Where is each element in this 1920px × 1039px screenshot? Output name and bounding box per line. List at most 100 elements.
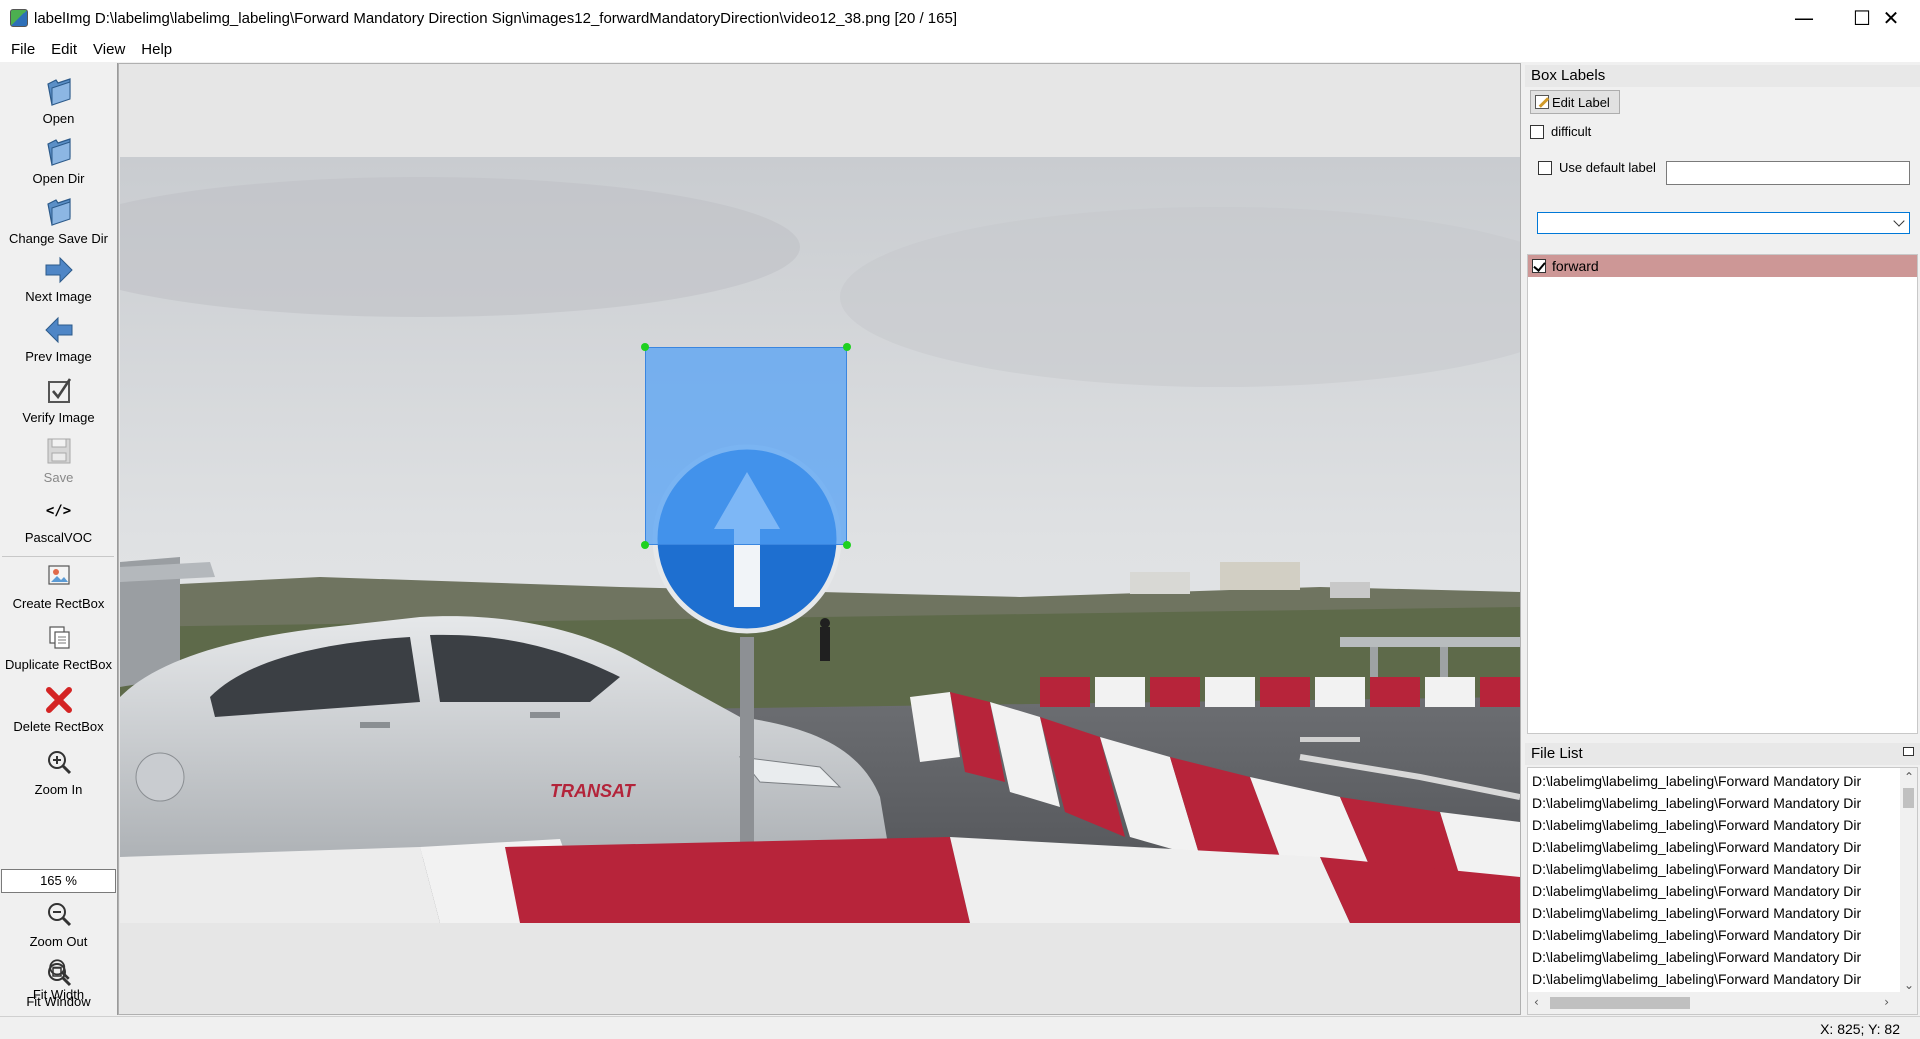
- verify-image-button[interactable]: Verify Image: [0, 374, 117, 425]
- scroll-left-icon[interactable]: ‹: [1534, 995, 1539, 1009]
- minimize-button-visible[interactable]: —: [1775, 0, 1833, 36]
- use-default-label-text: Use default label: [1559, 160, 1656, 175]
- box-handle-top-right[interactable]: [843, 343, 851, 351]
- file-list-item[interactable]: D:\labelimg\labelimg_labeling\Forward Ma…: [1532, 792, 1900, 814]
- file-list-item[interactable]: D:\labelimg\labelimg_labeling\Forward Ma…: [1532, 858, 1900, 880]
- delete-rectbox-button[interactable]: Delete RectBox: [0, 683, 117, 734]
- left-toolbar: Open Open Dir Change Save Dir Next Image…: [0, 63, 118, 1015]
- edit-label-text: Edit Label: [1552, 94, 1610, 110]
- format-label: PascalVOC: [24, 530, 93, 545]
- file-list-item[interactable]: D:\labelimg\labelimg_labeling\Forward Ma…: [1532, 770, 1900, 792]
- copy-icon: [48, 626, 70, 649]
- cursor-coordinates: X: 825; Y: 82: [1820, 1021, 1900, 1037]
- folder-open-icon: [46, 198, 71, 226]
- scroll-down-icon[interactable]: ⌄: [1904, 978, 1914, 992]
- file-list-item[interactable]: D:\labelimg\labelimg_labeling\Forward Ma…: [1532, 946, 1900, 968]
- label-filter-dropdown[interactable]: [1537, 212, 1910, 234]
- file-list-item[interactable]: D:\labelimg\labelimg_labeling\Forward Ma…: [1532, 880, 1900, 902]
- app-icon: [10, 9, 28, 27]
- menu-edit[interactable]: Edit: [43, 41, 85, 58]
- code-icon: </>: [45, 503, 72, 519]
- zoom-in-button[interactable]: Zoom In: [0, 746, 117, 797]
- default-label-input[interactable]: [1666, 161, 1910, 185]
- pencil-icon: [1535, 95, 1549, 109]
- label-item-name: forward: [1552, 258, 1599, 274]
- zoom-out-button[interactable]: Zoom Out: [0, 898, 117, 949]
- chevron-down-icon: [1893, 215, 1905, 227]
- file-list-item[interactable]: D:\labelimg\labelimg_labeling\Forward Ma…: [1532, 836, 1900, 858]
- menu-view[interactable]: View: [85, 41, 133, 58]
- folder-open-icon: [46, 138, 71, 166]
- bounding-box-forward[interactable]: [641, 343, 851, 549]
- file-list-horizontal-scrollbar[interactable]: ‹ ›: [1528, 992, 1917, 1014]
- vertical-scroll-thumb[interactable]: [1903, 788, 1914, 808]
- prev-image-label: Prev Image: [25, 349, 92, 364]
- duplicate-rectbox-button[interactable]: Duplicate RectBox: [0, 621, 117, 672]
- open-button[interactable]: Open: [0, 75, 117, 126]
- change-save-dir-button[interactable]: Change Save Dir: [0, 195, 117, 246]
- status-bar: X: 825; Y: 82: [0, 1016, 1920, 1039]
- right-dock: Box Labels Edit Label difficult Use defa…: [1525, 63, 1920, 1015]
- label-item-forward[interactable]: forward: [1528, 255, 1917, 277]
- create-rectbox-label: Create RectBox: [12, 596, 105, 611]
- image-canvas[interactable]: TRANSAT: [118, 63, 1521, 1015]
- file-list-item[interactable]: D:\labelimg\labelimg_labeling\Forward Ma…: [1532, 902, 1900, 924]
- delete-rectbox-label: Delete RectBox: [13, 719, 104, 734]
- box-handle-bottom-right[interactable]: [843, 541, 851, 549]
- difficult-checkbox[interactable]: [1530, 124, 1544, 139]
- prev-image-button[interactable]: Prev Image: [0, 313, 117, 364]
- label-visible-checkbox[interactable]: [1532, 259, 1546, 273]
- menu-bar: File Edit View Help: [0, 36, 1920, 62]
- file-list: D:\labelimg\labelimg_labeling\Forward Ma…: [1527, 767, 1918, 1015]
- box-labels-title: Box Labels: [1525, 65, 1920, 87]
- scroll-up-icon[interactable]: ⌃: [1904, 770, 1914, 784]
- file-list-item[interactable]: D:\labelimg\labelimg_labeling\Forward Ma…: [1532, 814, 1900, 836]
- use-default-label-checkbox[interactable]: [1538, 160, 1552, 175]
- menu-help[interactable]: Help: [133, 41, 180, 58]
- duplicate-rectbox-label: Duplicate RectBox: [5, 657, 112, 672]
- file-list-item[interactable]: D:\labelimg\labelimg_labeling\Forward Ma…: [1532, 968, 1900, 990]
- window-title: labelImg D:\labelimg\labelimg_labeling\F…: [34, 9, 958, 27]
- next-image-label: Next Image: [25, 289, 92, 304]
- box-handle-bottom-left[interactable]: [641, 541, 649, 549]
- edit-label-button[interactable]: Edit Label: [1530, 90, 1620, 114]
- next-image-button[interactable]: Next Image: [0, 253, 117, 304]
- arrow-left-icon: [44, 316, 72, 344]
- save-label: Save: [43, 470, 74, 485]
- floppy-disk-icon: [47, 438, 70, 464]
- change-save-dir-label: Change Save Dir: [9, 231, 108, 246]
- open-label: Open: [42, 111, 75, 126]
- zoom-in-icon: [47, 751, 71, 775]
- close-button[interactable]: ✕: [1862, 0, 1920, 36]
- open-dir-button[interactable]: Open Dir: [0, 135, 117, 186]
- box-handle-top-left[interactable]: [641, 343, 649, 351]
- use-default-label-row[interactable]: Use default label: [1538, 160, 1656, 175]
- zoom-out-icon: [47, 903, 71, 927]
- difficult-checkbox-row[interactable]: difficult: [1530, 124, 1591, 139]
- verify-image-label: Verify Image: [22, 410, 95, 425]
- svg-text:TRANSAT: TRANSAT: [550, 781, 637, 801]
- toolbar-divider: [2, 556, 114, 557]
- file-list-title: File List: [1525, 743, 1920, 765]
- label-list: forward: [1527, 254, 1918, 734]
- horizontal-scroll-thumb[interactable]: [1550, 997, 1690, 1009]
- file-list-vertical-scrollbar[interactable]: ⌃ ⌄: [1900, 768, 1917, 994]
- format-toggle-button[interactable]: </> PascalVOC: [0, 500, 117, 545]
- create-rectbox-button[interactable]: Create RectBox: [0, 560, 117, 611]
- fit-width-icon: [48, 959, 70, 980]
- difficult-label: difficult: [1551, 124, 1592, 139]
- menu-file[interactable]: File: [3, 41, 43, 58]
- arrow-right-icon: [45, 256, 73, 284]
- scroll-right-icon[interactable]: ›: [1884, 995, 1889, 1009]
- folder-open-icon: [46, 78, 71, 106]
- open-dir-label: Open Dir: [32, 171, 85, 186]
- file-list-item[interactable]: D:\labelimg\labelimg_labeling\Forward Ma…: [1532, 924, 1900, 946]
- title-bar: labelImg D:\labelimg\labelimg_labeling\F…: [0, 0, 1920, 36]
- delete-x-icon: [45, 687, 72, 713]
- save-button[interactable]: Save: [0, 434, 117, 485]
- zoom-out-label: Zoom Out: [29, 934, 88, 949]
- zoom-in-label: Zoom In: [34, 782, 83, 797]
- dock-float-button[interactable]: [1903, 747, 1914, 756]
- zoom-value-field[interactable]: 165 %: [1, 869, 116, 893]
- fit-width-button[interactable]: Fit Width: [0, 955, 117, 1002]
